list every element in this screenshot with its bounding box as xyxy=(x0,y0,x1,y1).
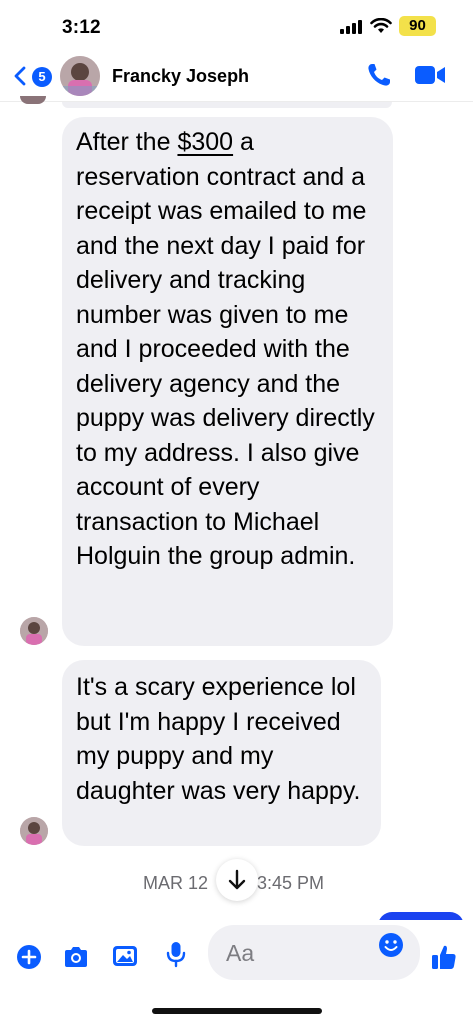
contact-name[interactable]: Francky Joseph xyxy=(112,66,249,87)
status-time: 3:12 xyxy=(62,17,101,38)
timestamp-time: 3:45 PM xyxy=(257,873,325,893)
message-text: It's a scary experience lol but I'm happ… xyxy=(76,673,361,805)
message-input-placeholder: Aa xyxy=(226,940,255,966)
back-chevron-icon xyxy=(14,66,26,86)
battery-icon: 90 xyxy=(399,16,436,36)
phone-icon[interactable] xyxy=(366,62,392,88)
message-text: After the xyxy=(76,128,178,156)
emoji-icon[interactable] xyxy=(378,932,404,958)
gallery-icon[interactable] xyxy=(111,942,139,970)
amount-link[interactable]: $300 xyxy=(177,128,233,156)
wifi-icon xyxy=(370,18,392,33)
plus-icon[interactable] xyxy=(15,943,43,971)
conversation-header: 5 Francky Joseph xyxy=(0,48,473,102)
status-bar: 3:12 90 xyxy=(0,0,473,48)
sender-avatar[interactable] xyxy=(20,617,48,645)
microphone-icon[interactable] xyxy=(162,940,190,968)
previous-avatar-edge xyxy=(20,96,46,104)
timestamp-date: MAR 12 xyxy=(143,873,209,893)
message-bubble[interactable]: It's a scary experience lol but I'm happ… xyxy=(62,660,381,846)
message-text: a reservation contract and a receipt was… xyxy=(76,128,375,570)
scroll-to-bottom-button[interactable] xyxy=(216,859,258,901)
home-indicator xyxy=(152,1008,322,1014)
arrow-down-icon xyxy=(228,869,246,890)
video-camera-icon[interactable] xyxy=(414,64,446,86)
unread-count-badge: 5 xyxy=(32,67,52,87)
camera-icon[interactable] xyxy=(62,943,90,971)
thumbs-up-icon[interactable] xyxy=(430,943,458,971)
contact-avatar[interactable] xyxy=(60,56,100,96)
signal-icon xyxy=(340,20,364,34)
previous-bubble-edge xyxy=(62,102,392,108)
back-button[interactable]: 5 xyxy=(10,62,52,90)
sender-avatar[interactable] xyxy=(20,817,48,845)
message-bubble[interactable]: After the $300 a reservation contract an… xyxy=(62,117,393,646)
